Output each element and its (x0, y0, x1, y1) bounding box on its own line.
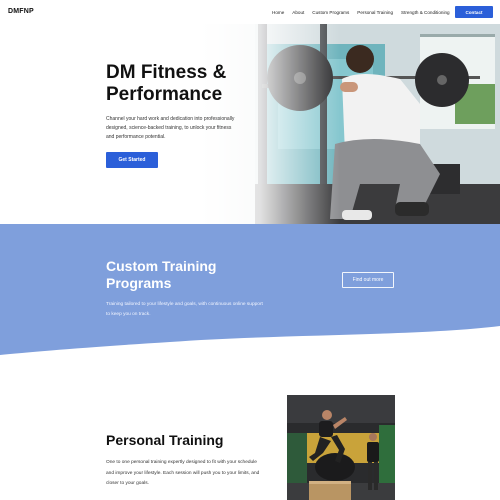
find-out-more-button[interactable]: Find out more (342, 272, 394, 288)
custom-training-title: Custom Training Programs (106, 258, 217, 291)
custom-training-section (0, 224, 500, 364)
nav-link-home[interactable]: Home (272, 10, 284, 15)
nav-link-about[interactable]: About (292, 10, 304, 15)
top-navigation: DMFNP Home About Custom Programs Persona… (0, 0, 500, 24)
nav-link-custom-programs[interactable]: Custom Programs (312, 10, 349, 15)
hero-section: DM Fitness & Performance Channel your ha… (0, 24, 500, 224)
hero-gradient-overlay (0, 24, 500, 224)
personal-training-description: One to one personal training expertly de… (106, 460, 260, 486)
box-jump-photo (287, 395, 395, 500)
personal-training-title: Personal Training (106, 432, 224, 448)
nav-link-personal-training[interactable]: Personal Training (357, 10, 393, 15)
nav-links: Home About Custom Programs Personal Trai… (272, 10, 458, 15)
custom-training-description: Training tailored to your lifestyle and … (106, 302, 263, 317)
contact-button[interactable]: Contact (455, 6, 493, 18)
get-started-button[interactable]: Get Started (106, 152, 158, 168)
nav-link-strength-conditioning[interactable]: Strength & Conditioning (401, 10, 450, 15)
hero-description: Channel your hard work and dedication in… (106, 116, 235, 140)
blue-wave-background (0, 224, 500, 355)
site-logo[interactable]: DMFNP (8, 8, 34, 15)
hero-title: DM Fitness & Performance (106, 62, 227, 105)
